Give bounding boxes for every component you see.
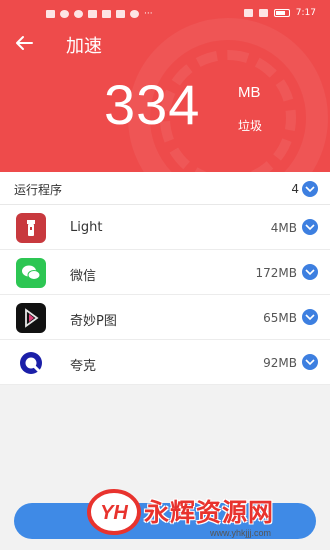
battery-icon — [273, 9, 290, 17]
running-apps-label: 运行程序 — [14, 183, 63, 197]
photo-editor-app-icon — [16, 303, 46, 333]
check-icon[interactable] — [302, 219, 318, 235]
app-notification-icon — [116, 10, 125, 18]
header-banner: ··· 7:17 加速 334 MB 垃圾 — [0, 0, 330, 172]
app-size: 92MB — [263, 356, 297, 370]
usb-icon — [88, 10, 97, 18]
check-icon[interactable] — [302, 309, 318, 325]
cloud-icon — [74, 10, 83, 18]
app-notification-icon — [102, 10, 111, 18]
app-notification-icon — [130, 10, 139, 18]
status-bar: ··· 7:17 — [0, 0, 330, 28]
wifi-icon — [60, 10, 69, 18]
list-item[interactable]: 夸克 92MB — [0, 340, 330, 385]
bluetooth-icon — [243, 9, 253, 17]
vibrate-icon — [258, 9, 268, 17]
list-item[interactable]: 奇妙P图 65MB — [0, 295, 330, 340]
app-size: 4MB — [270, 221, 297, 235]
junk-label: 垃圾 — [238, 119, 263, 133]
check-icon[interactable] — [302, 264, 318, 280]
watermark-url: www.yhkjjj.com — [210, 528, 272, 538]
running-apps-list: 运行程序 4 Light 4MB 微信 172MB 奇妙P图 65MB 夸克 9… — [0, 172, 330, 385]
wechat-app-icon — [16, 258, 46, 288]
list-header: 运行程序 4 — [0, 172, 330, 205]
watermark: YH 永辉资源网 www.yhkjjj.com — [86, 486, 322, 550]
junk-amount: 334 — [104, 73, 201, 136]
app-name: 夸克 — [70, 359, 97, 374]
app-name: Light — [70, 220, 103, 235]
svg-text:YH: YH — [100, 502, 128, 524]
select-all-check-icon[interactable] — [302, 181, 318, 197]
page-title: 加速 — [66, 36, 102, 57]
list-item[interactable]: 微信 172MB — [0, 250, 330, 295]
watermark-text: 永辉资源网 — [144, 498, 275, 527]
back-arrow-icon[interactable] — [14, 34, 36, 52]
app-name: 微信 — [70, 269, 97, 284]
quark-browser-app-icon — [16, 348, 46, 378]
status-time: 7:17 — [295, 8, 316, 18]
watermark-logo-icon: YH — [86, 488, 142, 536]
check-icon[interactable] — [302, 354, 318, 370]
running-apps-count: 4 — [291, 182, 299, 196]
app-name: 奇妙P图 — [70, 314, 117, 329]
flashlight-app-icon — [16, 213, 46, 243]
more-notifications-icon: ··· — [144, 9, 153, 19]
list-item[interactable]: Light 4MB — [0, 205, 330, 250]
app-size: 65MB — [263, 311, 297, 325]
junk-unit: MB — [238, 84, 261, 101]
app-size: 172MB — [255, 266, 298, 280]
notification-icon — [46, 10, 55, 18]
